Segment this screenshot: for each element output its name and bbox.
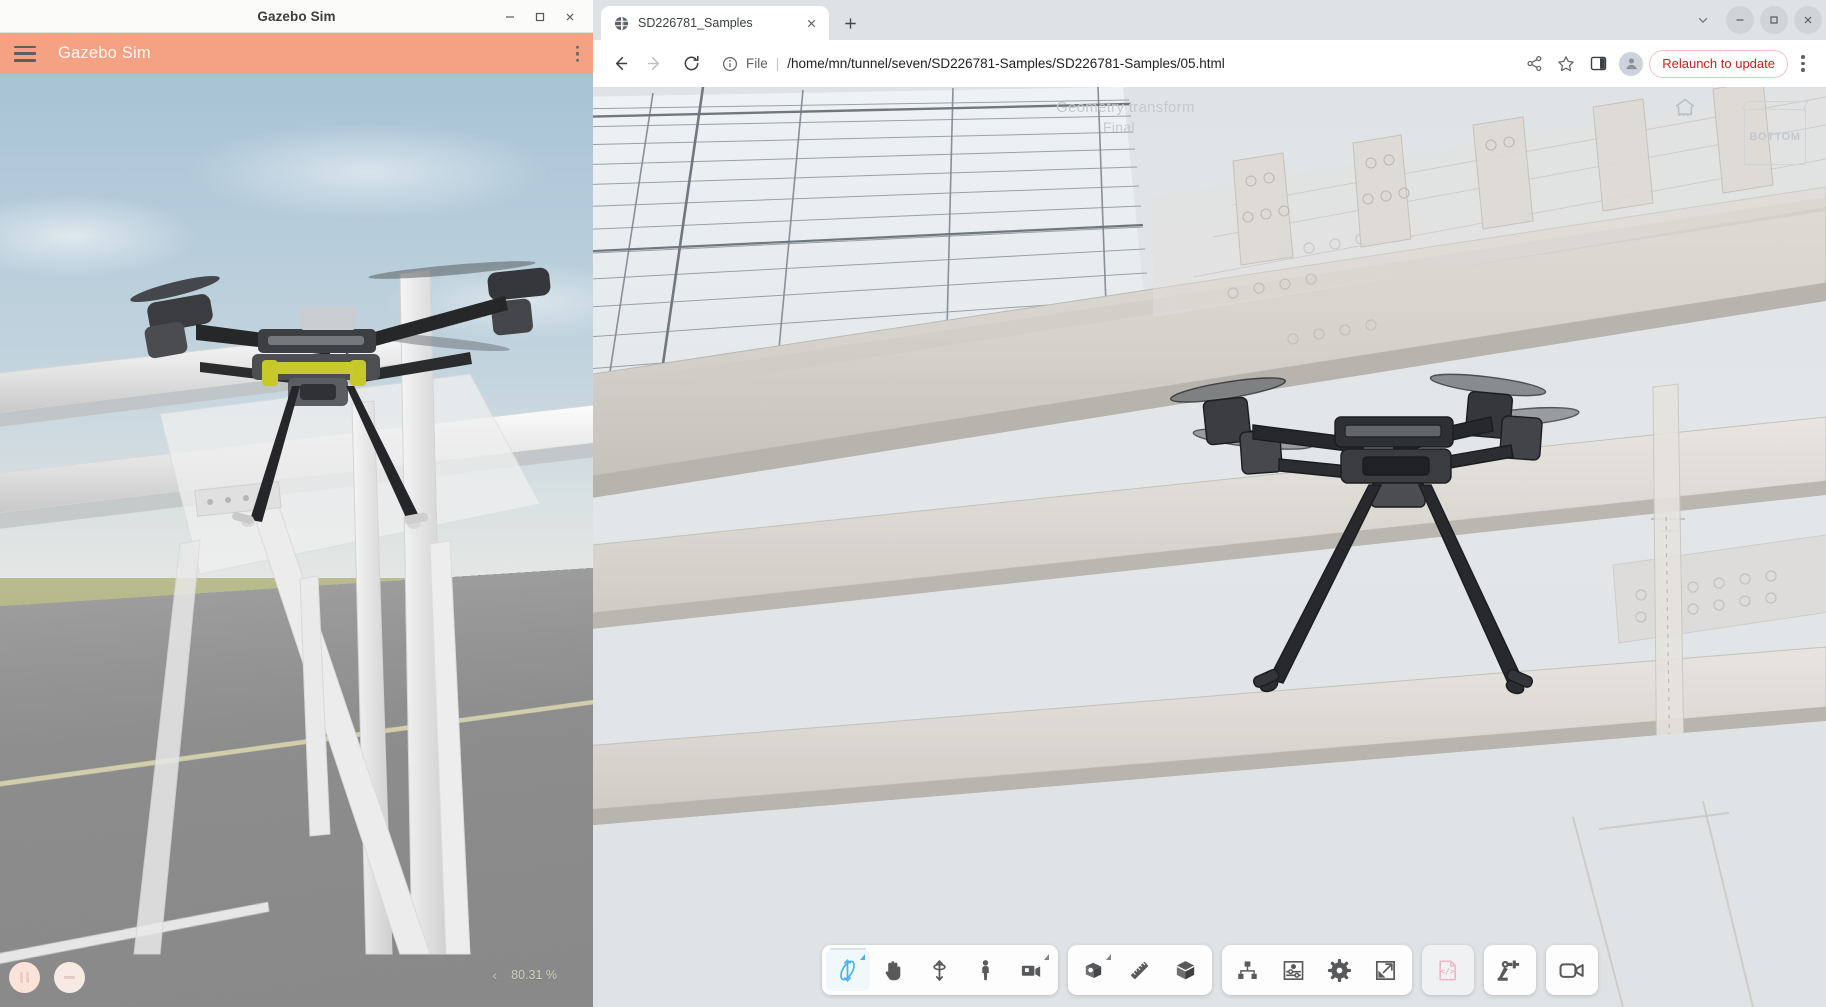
gazebo-titlebar: Gazebo Sim <box>0 0 593 33</box>
realtime-factor-value: 80.31 % <box>511 968 557 982</box>
desktop-root: Gazebo Sim Gazebo Sim ‹ 80.31 % SD226781… <box>0 0 1826 1007</box>
gazebo-playback-bar: ‹ 80.31 % <box>0 935 593 1007</box>
tab-title: SD226781_Samples <box>638 16 753 30</box>
cad-bottom-toolbar: </> <box>821 945 1598 995</box>
gazebo-3d-viewport[interactable]: ‹ 80.31 % <box>0 74 593 1007</box>
section-tool-button[interactable] <box>1072 949 1116 991</box>
omnibox[interactable]: File | /home/mn/tunnel/seven/SD226781-Sa… <box>711 48 1515 80</box>
measure-tool-button[interactable] <box>1118 949 1162 991</box>
model-tree-button[interactable] <box>1226 949 1270 991</box>
share-icon[interactable] <box>1519 49 1549 79</box>
forward-arrow-icon[interactable] <box>639 48 671 80</box>
record-video-button[interactable] <box>1550 949 1594 991</box>
toolbar-group-display <box>1221 945 1412 995</box>
fullscreen-button[interactable] <box>1364 949 1408 991</box>
chrome-close-button[interactable] <box>1794 6 1822 34</box>
pause-icon <box>19 972 30 983</box>
toolbar-group-robot <box>1483 945 1536 995</box>
gazebo-app-bar: Gazebo Sim <box>0 33 593 74</box>
status-collapse-chevron[interactable]: ‹ <box>492 967 497 983</box>
gazebo-minimize-button[interactable] <box>497 4 523 30</box>
omnibox-scheme-label: File <box>746 56 768 71</box>
browser-tab[interactable]: SD226781_Samples <box>601 6 829 40</box>
view-cube[interactable]: BOTTOM <box>1744 109 1806 165</box>
toolbar-group-record <box>1545 945 1598 995</box>
gazebo-status: ‹ 80.31 % <box>492 967 557 983</box>
pan-tool-button[interactable] <box>872 949 916 991</box>
star-icon[interactable] <box>1551 49 1581 79</box>
toolbar-group-navigation <box>821 945 1058 995</box>
source-code-button[interactable]: </> <box>1426 949 1470 991</box>
pause-button[interactable] <box>9 962 40 993</box>
step-button[interactable] <box>54 962 85 993</box>
svg-text:</>: </> <box>1440 966 1455 975</box>
globe-icon <box>613 15 629 31</box>
view-cube-face-label: BOTTOM <box>1749 131 1801 143</box>
kebab-menu-icon[interactable] <box>575 45 579 62</box>
orbit-flyout-caret[interactable] <box>859 954 865 960</box>
side-panel-icon[interactable] <box>1583 49 1613 79</box>
robot-arm-button[interactable] <box>1488 949 1532 991</box>
chrome-window-controls <box>1686 2 1822 38</box>
gazebo-app-name: Gazebo Sim <box>58 44 151 62</box>
gazebo-window-controls <box>497 0 583 33</box>
cad-quadcopter-drone <box>1170 373 1580 695</box>
home-icon[interactable] <box>1674 97 1696 122</box>
step-icon <box>64 976 75 979</box>
tab-strip: SD226781_Samples <box>593 0 1826 40</box>
road-center-line <box>0 681 593 813</box>
omnibox-url-text[interactable]: /home/mn/tunnel/seven/SD226781-Samples/S… <box>787 56 1225 71</box>
geometry-transform-label: Geometry transform <box>1056 99 1195 116</box>
chrome-menu-kebab-icon[interactable] <box>1790 49 1816 79</box>
explode-tool-button[interactable] <box>1164 949 1208 991</box>
zoom-tool-button[interactable] <box>918 949 962 991</box>
orbit-tool-button[interactable] <box>825 948 870 991</box>
omnibox-separator: | <box>775 56 780 71</box>
profile-avatar-icon[interactable] <box>1619 51 1644 76</box>
settings-button[interactable] <box>1318 949 1362 991</box>
render-modes-button[interactable] <box>1272 949 1316 991</box>
gazebo-close-button[interactable] <box>557 4 583 30</box>
final-label: Final <box>1103 119 1135 135</box>
cad-3d-viewport[interactable]: Geometry transform Final BOTTOM </> <box>593 87 1826 1007</box>
hamburger-menu-icon[interactable] <box>14 45 36 62</box>
section-flyout-caret[interactable] <box>1105 954 1111 960</box>
close-icon[interactable] <box>802 14 820 32</box>
reload-icon[interactable] <box>675 48 707 80</box>
chrome-maximize-button[interactable] <box>1760 6 1788 34</box>
gazebo-maximize-button[interactable] <box>527 4 553 30</box>
gazebo-sim-window: Gazebo Sim Gazebo Sim ‹ 80.31 % <box>0 0 593 1007</box>
chrome-browser-window: SD226781_Samples File | /home/mn/tunnel/… <box>593 0 1826 1007</box>
chevron-down-icon[interactable] <box>1686 5 1720 35</box>
camera-tool-button[interactable] <box>1010 949 1054 991</box>
toolbar-actions: Relaunch to update <box>1519 49 1816 79</box>
camera-flyout-caret[interactable] <box>1043 954 1049 960</box>
back-arrow-icon[interactable] <box>603 48 635 80</box>
info-circle-icon[interactable] <box>721 55 738 72</box>
browser-toolbar: File | /home/mn/tunnel/seven/SD226781-Sa… <box>593 40 1826 87</box>
toolbar-group-code: </> <box>1421 945 1474 995</box>
walk-tool-button[interactable] <box>964 949 1008 991</box>
new-tab-button[interactable] <box>835 8 865 38</box>
toolbar-group-inspect <box>1067 945 1212 995</box>
gazebo-window-title: Gazebo Sim <box>257 8 336 24</box>
cloud-layer <box>0 74 593 616</box>
chrome-minimize-button[interactable] <box>1726 6 1754 34</box>
relaunch-to-update-button[interactable]: Relaunch to update <box>1649 49 1788 78</box>
